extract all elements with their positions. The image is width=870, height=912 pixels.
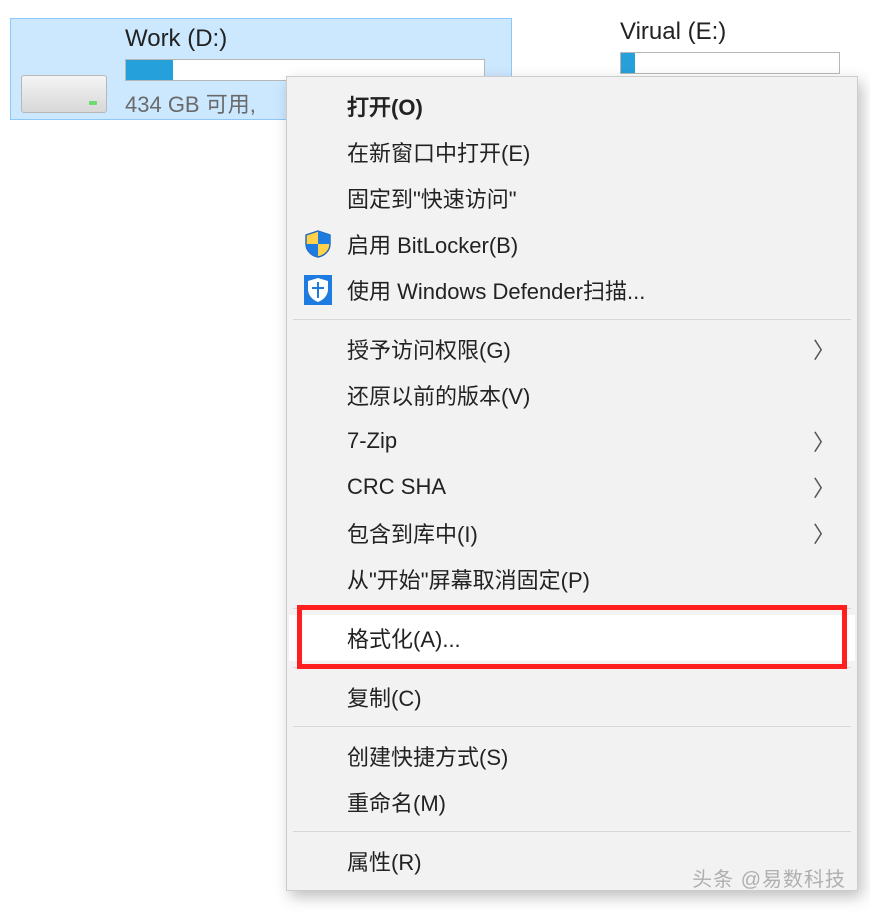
bitlocker-shield-icon: [303, 229, 333, 259]
menu-open-new-window[interactable]: 在新窗口中打开(E): [289, 129, 855, 175]
menu-unpin-start-label: 从"开始"屏幕取消固定(P): [347, 563, 590, 595]
menu-create-shortcut[interactable]: 创建快捷方式(S): [289, 733, 855, 779]
menu-include-library[interactable]: 包含到库中(I) 〉: [289, 510, 855, 556]
menu-separator: [293, 667, 851, 668]
menu-defender-label: 使用 Windows Defender扫描...: [347, 274, 645, 306]
menu-7zip-label: 7-Zip: [347, 428, 397, 454]
menu-open-new-window-label: 在新窗口中打开(E): [347, 136, 530, 168]
watermark-text: 头条 @易数科技: [692, 863, 846, 892]
menu-include-library-label: 包含到库中(I): [347, 517, 478, 549]
context-menu: 打开(O) 在新窗口中打开(E) 固定到"快速访问" 启用 BitLocker(…: [286, 76, 858, 891]
menu-bitlocker-label: 启用 BitLocker(B): [347, 228, 518, 260]
menu-restore-prev-label: 还原以前的版本(V): [347, 379, 530, 411]
chevron-right-icon: 〉: [813, 425, 835, 457]
menu-grant-access-label: 授予访问权限(G): [347, 333, 511, 365]
drive-d-label: Work (D:): [125, 25, 501, 53]
menu-open-label: 打开(O): [347, 90, 423, 122]
menu-rename-label: 重命名(M): [347, 786, 446, 818]
menu-grant-access[interactable]: 授予访问权限(G) 〉: [289, 326, 855, 372]
menu-open[interactable]: 打开(O): [289, 83, 855, 129]
menu-properties-label: 属性(R): [347, 845, 422, 877]
menu-pin-quick-access[interactable]: 固定到"快速访问": [289, 175, 855, 221]
menu-separator: [293, 319, 851, 320]
menu-separator: [293, 831, 851, 832]
drive-e-info: Virual (E:): [620, 18, 840, 80]
menu-crc-sha[interactable]: CRC SHA 〉: [289, 464, 855, 510]
menu-format-label: 格式化(A)...: [347, 622, 461, 654]
drive-e-label: Virual (E:): [620, 18, 840, 46]
menu-defender[interactable]: 使用 Windows Defender扫描...: [289, 267, 855, 313]
hard-drive-icon: [21, 51, 107, 113]
menu-7zip[interactable]: 7-Zip 〉: [289, 418, 855, 464]
menu-rename[interactable]: 重命名(M): [289, 779, 855, 825]
chevron-right-icon: 〉: [813, 333, 835, 365]
menu-format[interactable]: 格式化(A)...: [289, 615, 855, 661]
drive-e-item[interactable]: Virual (E:): [620, 18, 840, 80]
menu-create-shortcut-label: 创建快捷方式(S): [347, 740, 508, 772]
menu-restore-prev[interactable]: 还原以前的版本(V): [289, 372, 855, 418]
menu-separator: [293, 726, 851, 727]
defender-shield-icon: [303, 275, 333, 305]
menu-bitlocker[interactable]: 启用 BitLocker(B): [289, 221, 855, 267]
menu-unpin-start[interactable]: 从"开始"屏幕取消固定(P): [289, 556, 855, 602]
chevron-right-icon: 〉: [813, 517, 835, 549]
menu-copy[interactable]: 复制(C): [289, 674, 855, 720]
menu-copy-label: 复制(C): [347, 681, 422, 713]
chevron-right-icon: 〉: [813, 471, 835, 503]
menu-separator: [293, 608, 851, 609]
drive-e-usage-bar: [620, 52, 840, 74]
menu-crc-sha-label: CRC SHA: [347, 474, 446, 500]
menu-pin-quick-access-label: 固定到"快速访问": [347, 182, 517, 214]
